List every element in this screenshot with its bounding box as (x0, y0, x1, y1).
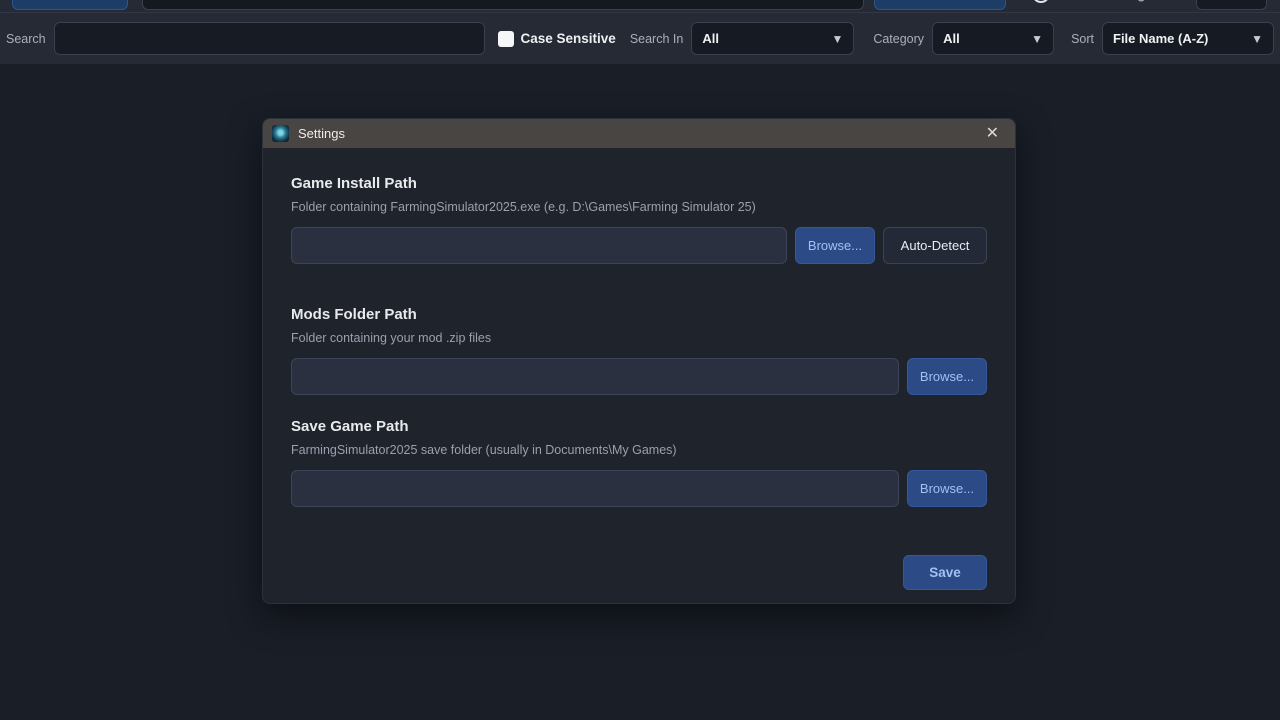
top-toolbar-row: Select Folder Load Files ‹ Image Scale 1… (0, 0, 1280, 13)
auto-detect-button[interactable]: Auto-Detect (883, 227, 987, 264)
app-logo-icon (272, 125, 289, 142)
save-game-path-input[interactable] (291, 470, 899, 507)
collapse-left-icon[interactable]: ‹ (1082, 0, 1088, 4)
game-install-path-input[interactable] (291, 227, 787, 264)
sort-label: Sort (1071, 32, 1094, 46)
load-files-button[interactable]: Load Files (874, 0, 1006, 10)
section-heading: Mods Folder Path (291, 306, 987, 323)
search-label: Search (6, 32, 46, 46)
dialog-title: Settings (298, 126, 979, 141)
top-toolbar: Select Folder Load Files ‹ Image Scale 1… (0, 0, 1280, 13)
filter-bar: Search Case Sensitive Search In All ▼ Ca… (0, 13, 1280, 64)
chevron-down-icon: ▼ (1031, 32, 1043, 46)
section-row: Browse... Auto-Detect (291, 227, 987, 264)
main-content: Settings ✕ Game Install Path Folder cont… (0, 64, 1280, 719)
search-in-label: Search In (630, 32, 684, 46)
section-save-game-path: Save Game Path FarmingSimulator2025 save… (291, 418, 987, 507)
category-label: Category (873, 32, 924, 46)
search-in-select[interactable]: All ▼ (691, 22, 854, 55)
case-sensitive-checkbox[interactable] (498, 31, 514, 47)
select-folder-button[interactable]: Select Folder (12, 0, 128, 10)
chevron-down-icon: ▼ (1251, 32, 1263, 46)
section-mods-folder-path: Mods Folder Path Folder containing your … (291, 306, 987, 395)
case-sensitive-label: Case Sensitive (521, 31, 616, 46)
mods-folder-path-input[interactable] (291, 358, 899, 395)
category-select[interactable]: All ▼ (932, 22, 1054, 55)
category-value: All (943, 31, 960, 46)
section-heading: Save Game Path (291, 418, 987, 435)
browse-button[interactable]: Browse... (795, 227, 875, 264)
gear-icon[interactable] (1032, 0, 1050, 6)
image-scale-value: 100% (1205, 0, 1237, 2)
browse-button[interactable]: Browse... (907, 470, 987, 507)
dialog-titlebar: Settings ✕ (263, 119, 1015, 148)
section-description: FarmingSimulator2025 save folder (usuall… (291, 443, 987, 457)
image-scale-select[interactable]: 100% ▾ (1196, 0, 1267, 10)
search-input[interactable] (54, 22, 485, 55)
section-description: Folder containing FarmingSimulator2025.e… (291, 200, 987, 214)
folder-path-input[interactable] (142, 0, 864, 10)
sort-value: File Name (A-Z) (1113, 31, 1208, 46)
close-icon[interactable]: ✕ (979, 124, 1006, 144)
chevron-down-icon: ▾ (1254, 0, 1259, 1)
browse-button[interactable]: Browse... (907, 358, 987, 395)
section-game-install-path: Game Install Path Folder containing Farm… (291, 175, 987, 264)
image-scale-label: Image Scale (1116, 0, 1188, 2)
section-heading: Game Install Path (291, 175, 987, 192)
section-description: Folder containing your mod .zip files (291, 331, 987, 345)
dialog-footer: Save (291, 555, 987, 590)
search-in-value: All (702, 31, 719, 46)
dialog-body: Game Install Path Folder containing Farm… (263, 148, 1015, 590)
section-row: Browse... (291, 470, 987, 507)
sort-select[interactable]: File Name (A-Z) ▼ (1102, 22, 1274, 55)
section-row: Browse... (291, 358, 987, 395)
chevron-down-icon: ▼ (831, 32, 843, 46)
save-button[interactable]: Save (903, 555, 987, 590)
settings-dialog: Settings ✕ Game Install Path Folder cont… (262, 118, 1016, 604)
